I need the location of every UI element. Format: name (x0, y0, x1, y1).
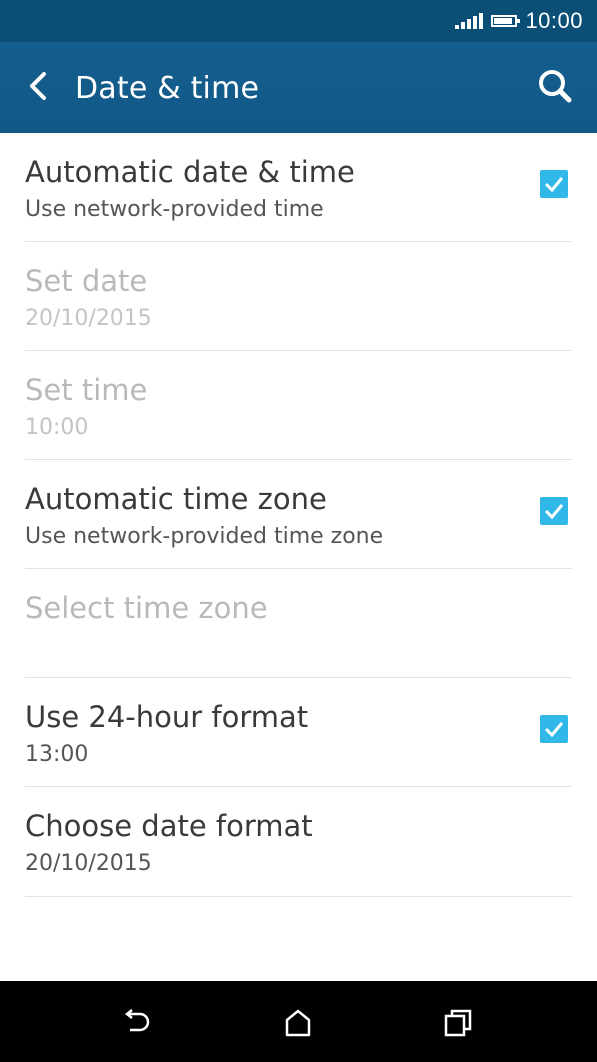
status-clock: 10:00 (525, 8, 583, 33)
use-24-hour-format-checkbox[interactable] (540, 715, 568, 743)
setting-automatic-date-time[interactable]: Automatic date & time Use network-provid… (25, 133, 572, 242)
signal-icon (455, 13, 484, 29)
setting-set-time[interactable]: Set time 10:00 (25, 351, 572, 460)
setting-subtitle: 10:00 (25, 415, 89, 440)
setting-subtitle: Use network-provided time zone (25, 524, 384, 549)
setting-use-24-hour-format[interactable]: Use 24-hour format 13:00 (25, 678, 572, 787)
status-icons: 10:00 (455, 0, 583, 42)
setting-title: Automatic date & time (25, 155, 355, 189)
page-title: Date & time (75, 71, 260, 106)
setting-select-time-zone[interactable]: Select time zone (25, 569, 572, 678)
setting-title: Automatic time zone (25, 482, 327, 516)
setting-title: Choose date format (25, 809, 313, 843)
setting-choose-date-format[interactable]: Choose date format 20/10/2015 (25, 787, 572, 897)
checkmark-icon (544, 722, 564, 738)
checkmark-icon (544, 504, 564, 520)
automatic-date-time-checkbox[interactable] (540, 170, 568, 198)
setting-subtitle: 13:00 (25, 742, 89, 767)
setting-title: Set time (25, 373, 148, 407)
setting-automatic-time-zone[interactable]: Automatic time zone Use network-provided… (25, 460, 572, 569)
setting-set-date[interactable]: Set date 20/10/2015 (25, 242, 572, 351)
nav-home-button[interactable] (280, 1005, 316, 1041)
back-button[interactable] (18, 64, 62, 108)
navigation-bar (0, 981, 597, 1062)
search-button[interactable] (533, 64, 577, 108)
nav-recents-button[interactable] (440, 1005, 476, 1041)
search-icon (539, 70, 572, 103)
app-bar: Date & time (0, 42, 597, 133)
setting-subtitle: 20/10/2015 (25, 851, 152, 876)
home-icon (285, 1009, 311, 1037)
setting-title: Use 24-hour format (25, 700, 309, 734)
setting-title: Select time zone (25, 591, 268, 625)
battery-icon (491, 15, 521, 27)
checkmark-icon (544, 177, 564, 193)
setting-subtitle: Use network-provided time (25, 197, 324, 222)
settings-list: Automatic date & time Use network-provid… (0, 133, 597, 897)
status-bar: 10:00 (0, 0, 597, 42)
back-arrow-icon (124, 1009, 150, 1032)
setting-title: Set date (25, 264, 148, 298)
chevron-left-icon (30, 72, 46, 100)
automatic-time-zone-checkbox[interactable] (540, 497, 568, 525)
nav-back-button[interactable] (121, 1005, 157, 1041)
recents-icon (444, 1009, 472, 1037)
setting-subtitle: 20/10/2015 (25, 306, 152, 331)
